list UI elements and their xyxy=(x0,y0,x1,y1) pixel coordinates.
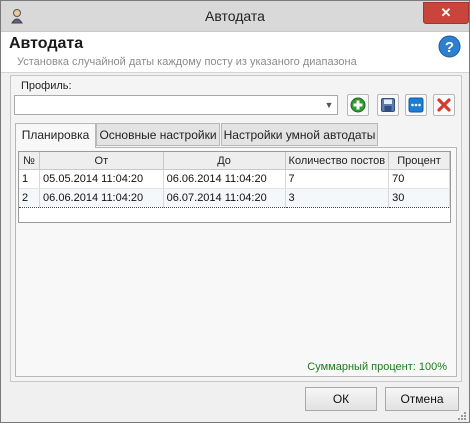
header-title: Автодата xyxy=(9,35,84,52)
profile-select[interactable]: ▼ xyxy=(14,95,338,115)
resize-grip-icon[interactable] xyxy=(457,410,467,420)
tab-planning[interactable]: Планировка xyxy=(15,123,96,148)
column-header-from[interactable]: От xyxy=(39,152,164,170)
window-title: Автодата xyxy=(205,8,265,24)
ok-button[interactable]: ОК xyxy=(305,387,377,411)
summary-percent: Суммарный процент: 100% xyxy=(307,361,447,373)
column-header-number[interactable]: № xyxy=(19,152,41,170)
tab-main-settings[interactable]: Основные настройки xyxy=(96,123,220,146)
chevron-down-icon[interactable]: ▼ xyxy=(321,96,337,114)
table-row[interactable]: 1 05.05.2014 11:04:20 06.06.2014 11:04:2… xyxy=(19,169,450,189)
cell-from[interactable]: 05.05.2014 11:04:20 xyxy=(39,169,164,189)
dialog-window: Автодата ✕ Автодата Установка случайной … xyxy=(0,0,470,423)
svg-text:?: ? xyxy=(445,39,454,56)
cell-post-count[interactable]: 3 xyxy=(285,188,390,208)
table-row[interactable]: 2 06.06.2014 11:04:20 06.07.2014 11:04:2… xyxy=(19,188,450,208)
cell-percent[interactable]: 30 xyxy=(388,188,450,208)
schedule-grid[interactable]: № От До Количество постов Процент 1 05.0… xyxy=(18,151,451,223)
delete-profile-button[interactable] xyxy=(433,94,455,116)
delete-icon xyxy=(437,98,451,112)
help-icon[interactable]: ? xyxy=(438,35,461,58)
close-button[interactable]: ✕ xyxy=(423,2,469,24)
column-header-to[interactable]: До xyxy=(163,152,286,170)
add-profile-button[interactable] xyxy=(347,94,369,116)
grid-header-row: № От До Количество постов Процент xyxy=(19,152,450,170)
cell-post-count[interactable]: 7 xyxy=(285,169,390,189)
column-header-post-count[interactable]: Количество постов xyxy=(285,152,390,170)
tab-smart-autodate-settings[interactable]: Настройки умной автодаты xyxy=(221,123,378,146)
cell-number[interactable]: 2 xyxy=(19,188,41,208)
save-profile-button[interactable] xyxy=(377,94,399,116)
more-options-button[interactable] xyxy=(405,94,427,116)
cell-percent[interactable]: 70 xyxy=(388,169,450,189)
close-icon: ✕ xyxy=(440,5,452,20)
cell-to[interactable]: 06.06.2014 11:04:20 xyxy=(163,169,286,189)
column-header-percent[interactable]: Процент xyxy=(388,152,450,170)
dialog-header: Автодата Установка случайной даты каждом… xyxy=(1,32,469,73)
more-icon xyxy=(408,97,424,113)
header-subtitle: Установка случайной даты каждому посту и… xyxy=(17,56,357,68)
cell-number[interactable]: 1 xyxy=(19,169,41,189)
title-bar[interactable]: Автодата ✕ xyxy=(1,1,469,32)
add-icon xyxy=(350,97,366,113)
cancel-button[interactable]: Отмена xyxy=(385,387,459,411)
profile-label: Профиль: xyxy=(21,80,72,92)
cell-from[interactable]: 06.06.2014 11:04:20 xyxy=(39,188,164,208)
cell-to[interactable]: 06.07.2014 11:04:20 xyxy=(163,188,286,208)
save-icon xyxy=(381,98,395,112)
